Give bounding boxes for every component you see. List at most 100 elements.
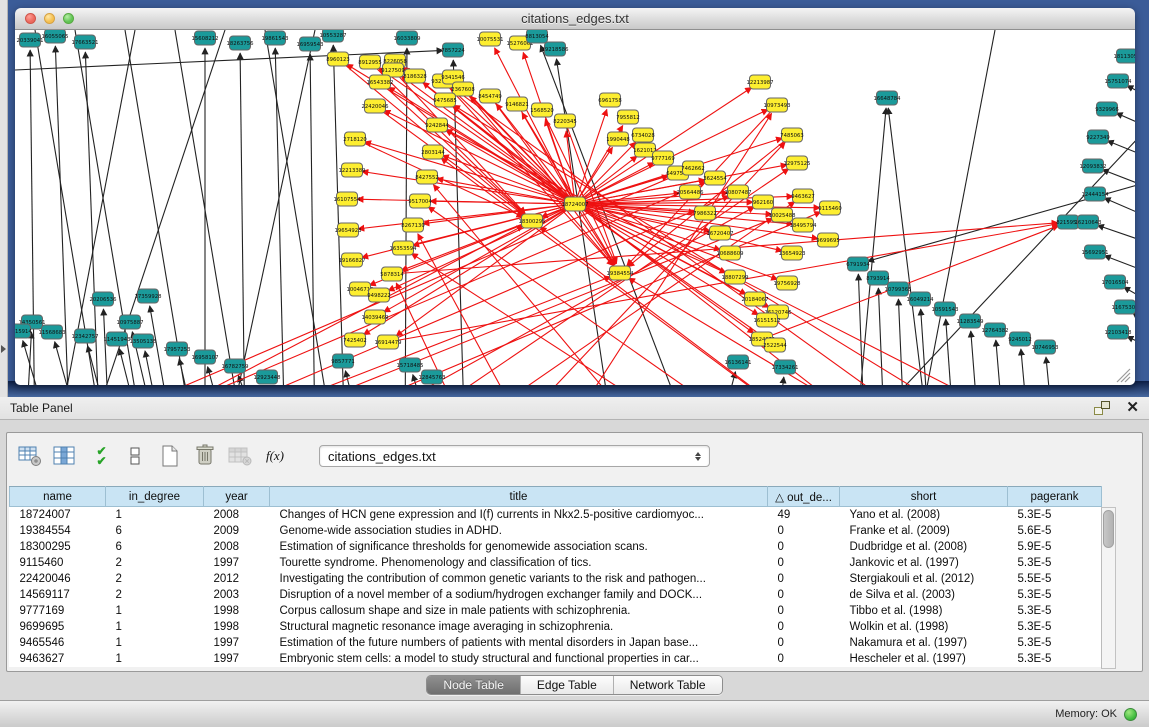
table-cell: Tourette syndrome. Phenomenology and cla… — [270, 555, 768, 571]
table-row[interactable]: 969969511998Structural magnetic resonanc… — [10, 619, 1102, 635]
graph-node-label: 12342757 — [72, 334, 99, 340]
graph-node-label: 11283549 — [957, 319, 984, 325]
select-spinner-icon — [695, 452, 701, 461]
table-cell: 5.9E-5 — [1008, 539, 1102, 555]
function-builder-icon[interactable]: f(x) — [262, 444, 288, 468]
tab-network-table[interactable]: Network Table — [613, 676, 722, 694]
graph-node-label: 14039469 — [362, 315, 389, 321]
table-tabbar: Node TableEdge TableNetwork Table — [0, 675, 1149, 695]
graph-edge — [575, 156, 637, 204]
table-cell: 1 — [106, 507, 204, 523]
float-window-icon[interactable] — [1094, 401, 1110, 415]
close-panel-icon[interactable]: ✕ — [1126, 401, 1139, 415]
network-select[interactable]: citations_edges.txt — [319, 445, 710, 467]
memory-status-indicator[interactable] — [1124, 708, 1137, 721]
table-row[interactable]: 946362711997Embryonic stem cells: a mode… — [10, 651, 1102, 667]
table-cell: 5.3E-5 — [1008, 603, 1102, 619]
table-cell: 14569117 — [10, 587, 106, 603]
table-cell: 1 — [106, 603, 204, 619]
window-title: citations_edges.txt — [15, 11, 1135, 26]
graph-node-label: 19861543 — [262, 36, 289, 42]
table-row[interactable]: 2242004622012Investigating the contribut… — [10, 571, 1102, 587]
graph-node-label: 9498222 — [367, 293, 391, 299]
network-window: citations_edges.txt 18724007122133891610… — [15, 8, 1135, 385]
column-header[interactable]: pagerank — [1008, 487, 1102, 507]
tab-edge-table[interactable]: Edge Table — [520, 676, 613, 694]
graph-node-label: 8267130 — [401, 223, 425, 229]
table-cell: 0 — [768, 603, 840, 619]
table-row[interactable]: 1872400712008Changes of HCN gene express… — [10, 507, 1102, 523]
graph-edge — [265, 30, 335, 385]
network-canvas-wrap: 1872400712213389161075541965492319166827… — [15, 30, 1135, 385]
column-header[interactable]: year — [204, 487, 270, 507]
table-cell: Hescheler et al. (1997) — [840, 651, 1008, 667]
graph-edge — [365, 142, 575, 204]
window-titlebar[interactable]: citations_edges.txt — [15, 8, 1135, 30]
table-row[interactable]: 977716911998Corpus callosum shape and si… — [10, 603, 1102, 619]
table-cell: 5.3E-5 — [1008, 635, 1102, 651]
graph-node-label: 16959543 — [297, 42, 324, 48]
graph-node-label: 3624554 — [703, 176, 727, 182]
table-cell: 2 — [106, 555, 204, 571]
status-bar: Memory: OK — [0, 700, 1149, 727]
graph-node-label: 16648784 — [874, 96, 902, 102]
table-cell: 49 — [768, 507, 840, 523]
graph-node-label: 12213987 — [747, 80, 774, 86]
table-cell: 5.5E-5 — [1008, 571, 1102, 587]
table-row[interactable]: 911546021997Tourette syndrome. Phenomeno… — [10, 555, 1102, 571]
tab-node-table[interactable]: Node Table — [427, 676, 520, 694]
table-panel: Table Panel ✕ ✔✔ — [0, 397, 1149, 700]
graph-edge — [333, 45, 345, 385]
table-mode-icon[interactable] — [17, 444, 43, 468]
delete-column-icon[interactable] — [192, 444, 218, 468]
table-cell: 22420046 — [10, 571, 106, 587]
table-row[interactable]: 1830029562008Estimation of significance … — [10, 539, 1102, 555]
show-columns-icon[interactable] — [52, 444, 78, 468]
table-scrollbar[interactable] — [1101, 507, 1116, 669]
table-cell: 1997 — [204, 651, 270, 667]
table-cell: 0 — [768, 539, 840, 555]
table-cell: Jankovic et al. (1997) — [840, 555, 1008, 571]
graph-node-label: 18724007 — [562, 202, 589, 208]
splitter-collapse-icon[interactable] — [1, 345, 6, 353]
column-header[interactable]: △ out_de... — [768, 487, 840, 507]
table-row[interactable]: 1456911722003Disruption of a novel membe… — [10, 587, 1102, 603]
graph-node-label: 12845763 — [419, 375, 446, 381]
table-cell: Wolkin et al. (1998) — [840, 619, 1008, 635]
graph-edge — [418, 234, 535, 385]
table-cell: Corpus callosum shape and size in male p… — [270, 603, 768, 619]
table-cell: Disruption of a novel member of a sodium… — [270, 587, 768, 603]
column-header[interactable]: name — [10, 487, 106, 507]
select-all-icon[interactable]: ✔✔ — [87, 444, 113, 468]
column-header[interactable]: in_degree — [106, 487, 204, 507]
table-row[interactable]: 1938455462009Genome-wide association stu… — [10, 523, 1102, 539]
table-scrollbar-thumb[interactable] — [1103, 510, 1114, 548]
graph-node-label: 16782759 — [222, 364, 249, 370]
graph-node-label: 15751074 — [1105, 79, 1133, 85]
graph-edge — [103, 309, 110, 385]
graph-edge — [125, 30, 195, 385]
column-header[interactable]: short — [840, 487, 1008, 507]
graph-node-label: 11451943 — [104, 337, 131, 343]
graph-node-label: 7425402 — [343, 338, 367, 344]
graph-node-label: 17016504 — [1102, 280, 1130, 286]
delete-table-icon[interactable] — [227, 444, 253, 468]
graph-edge — [1046, 357, 1055, 385]
left-splitter-strip[interactable] — [0, 0, 8, 397]
graph-node-label: 16033809 — [394, 36, 421, 42]
graph-node-label: 18807299 — [722, 275, 749, 281]
table-cell: 0 — [768, 523, 840, 539]
table-cell: 9699695 — [10, 619, 106, 635]
resize-grip-icon[interactable] — [1121, 373, 1130, 382]
network-canvas[interactable]: 1872400712213389161075541965492319166827… — [15, 30, 1135, 385]
table-cell: 2008 — [204, 507, 270, 523]
table-cell: 1 — [106, 635, 204, 651]
create-table-icon[interactable] — [157, 444, 183, 468]
table-cell: de Silva et al. (2003) — [840, 587, 1008, 603]
graph-node-label: 22420046 — [362, 104, 390, 110]
table-cell: 5.3E-5 — [1008, 587, 1102, 603]
graph-node-label: 8793914 — [866, 276, 890, 282]
table-row[interactable]: 946554611997Estimation of the future num… — [10, 635, 1102, 651]
row-height-icon[interactable] — [122, 444, 148, 468]
column-header[interactable]: title — [270, 487, 768, 507]
